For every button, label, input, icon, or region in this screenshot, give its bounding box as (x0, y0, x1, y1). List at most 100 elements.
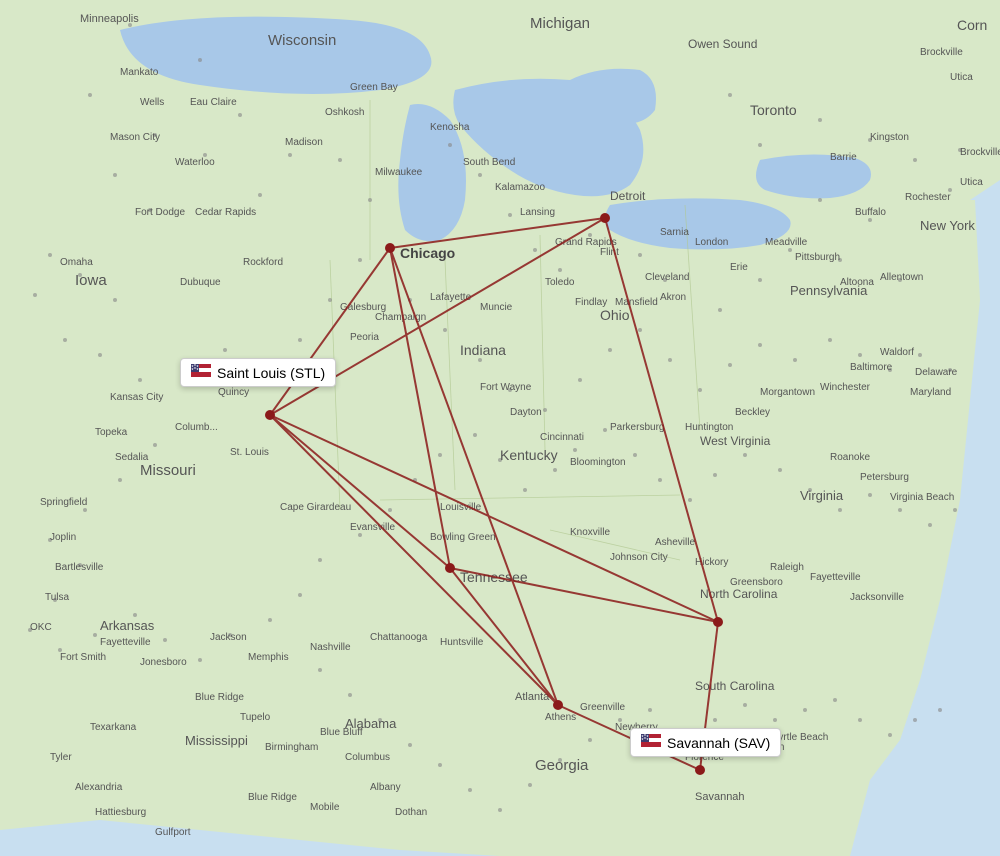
label-fayettevillear: Fayetteville (100, 637, 151, 648)
label-toledo: Toledo (545, 277, 575, 288)
label-indiana: Indiana (460, 342, 506, 358)
label-pittsburgh: Pittsburgh (795, 252, 840, 263)
label-tupelo: Tupelo (240, 712, 271, 723)
label-owensound: Owen Sound (688, 37, 757, 51)
label-mobile: Mobile (310, 802, 340, 813)
label-capegirardeau: Cape Girardeau (280, 502, 351, 513)
label-altoona: Altoona (840, 277, 874, 288)
sav-label-text: Savannah (SAV) (667, 735, 770, 751)
dot-nashville (445, 563, 455, 573)
label-gulfport: Gulfport (155, 827, 191, 838)
label-morgantown: Morgantown (760, 387, 815, 398)
dot-detroit (600, 213, 610, 223)
label-kansascity: Kansas City (110, 392, 163, 403)
label-muncie: Muncie (480, 302, 513, 313)
label-milwaukee: Milwaukee (375, 167, 423, 178)
label-buffalo: Buffalo (855, 207, 886, 218)
label-oshkosh: Oshkosh (325, 107, 364, 118)
label-johnsoncity: Johnson City (610, 552, 668, 563)
label-cedarrapids: Cedar Rapids (195, 207, 256, 218)
label-eauclaire: Eau Claire (190, 97, 237, 108)
label-utica: Utica (960, 177, 983, 188)
label-greenbay: Green Bay (350, 82, 398, 93)
label-hattiesburg: Hattiesburg (95, 807, 146, 818)
label-nashville-small: Nashville (310, 642, 351, 653)
label-madison: Madison (285, 137, 323, 148)
sav-label: ★ ★ ★ ★ ★ ★ Savannah (SAV) (630, 728, 781, 757)
stl-flag: ★ ★ ★ ★ ★ ★ (191, 364, 211, 381)
label-springfield: Springfield (40, 497, 87, 508)
label-kenosha: Kenosha (430, 122, 470, 133)
label-erie: Erie (730, 262, 748, 273)
label-huntsville: Huntsville (440, 637, 484, 648)
label-blueridge2: Blue Ridge (248, 792, 297, 803)
label-bartlesville: Bartlesville (55, 562, 104, 573)
label-wells: Wells (140, 97, 164, 108)
label-cincinnati: Cincinnati (540, 432, 584, 443)
stl-label: ★ ★ ★ ★ ★ ★ Saint Louis (STL) (180, 358, 336, 387)
label-texarkana: Texarkana (90, 722, 137, 733)
label-chicago: Chicago (400, 245, 455, 261)
label-evansville: Evansville (350, 522, 395, 533)
label-barrie: Barrie (830, 152, 857, 163)
label-tyler: Tyler (50, 752, 72, 763)
label-dubuque: Dubuque (180, 277, 221, 288)
label-savannah-small: Savannah (695, 791, 745, 803)
label-jonesboro: Jonesboro (140, 657, 187, 668)
label-findlay: Findlay (575, 297, 607, 308)
label-albany: Albany (370, 782, 401, 793)
label-cleveland: Cleveland (645, 272, 689, 283)
label-brockville2: Brockville (920, 47, 963, 58)
svg-text:★: ★ (196, 367, 199, 371)
stl-label-text: Saint Louis (STL) (217, 365, 325, 381)
label-champaign: Champaign (375, 312, 426, 323)
label-fayetteville: Fayetteville (810, 572, 861, 583)
label-tulsa: Tulsa (45, 592, 70, 603)
label-sedalia: Sedalia (115, 452, 149, 463)
label-georgia: Georgia (535, 757, 589, 774)
label-greenville: Greenville (580, 702, 625, 713)
label-topeka: Topeka (95, 427, 128, 438)
label-kentucky: Kentucky (500, 447, 558, 463)
label-westvirginia: West Virginia (700, 434, 771, 448)
label-birmingham: Birmingham (265, 742, 318, 753)
label-joplin: Joplin (50, 532, 76, 543)
label-masoncity: Mason City (110, 132, 160, 143)
label-athens: Athens (545, 712, 576, 723)
label-kalamazoo: Kalamazoo (495, 182, 545, 193)
label-peoria: Peoria (350, 332, 379, 343)
label-brockville: Brockville (960, 147, 1000, 158)
label-waldorf: Waldorf (880, 347, 914, 358)
label-toronto: Toronto (750, 102, 797, 118)
label-utica2: Utica (950, 72, 973, 83)
label-baltimore: Baltimore (850, 362, 893, 373)
label-akron: Akron (660, 292, 686, 303)
label-sarnia: Sarnia (660, 227, 689, 238)
label-rockford: Rockford (243, 257, 283, 268)
dot-sav (695, 765, 705, 775)
label-waterloo: Waterloo (175, 157, 215, 168)
label-chattanooga: Chattanooga (370, 632, 428, 643)
label-dayton: Dayton (510, 407, 542, 418)
label-mansfield: Mansfield (615, 297, 658, 308)
label-dothan: Dothan (395, 807, 427, 818)
label-mississippi: Mississippi (185, 733, 248, 748)
label-southcarolina: South Carolina (695, 679, 775, 693)
label-greensboro: Greensboro (730, 577, 783, 588)
label-okc: OKC (30, 622, 52, 633)
label-omaha: Omaha (60, 257, 93, 268)
label-blueridge: Blue Ridge (195, 692, 244, 703)
label-bloomington: Bloomington (570, 457, 626, 468)
label-rochester: Rochester (905, 192, 951, 203)
label-london: London (695, 237, 728, 248)
map-svg: Wisconsin Michigan Iowa Indiana Ohio Pen… (0, 0, 1000, 856)
label-kingston: Kingston (870, 132, 909, 143)
label-missouri: Missouri (140, 462, 196, 479)
label-fortwayne: Fort Wayne (480, 382, 532, 393)
label-beckley: Beckley (735, 407, 770, 418)
label-parkersburg: Parkersburg (610, 422, 664, 433)
label-newyork: New York (920, 218, 975, 233)
map-container: Wisconsin Michigan Iowa Indiana Ohio Pen… (0, 0, 1000, 856)
label-fortsmith: Fort Smith (60, 652, 106, 663)
label-virginiabeach: Virginia Beach (890, 492, 954, 503)
